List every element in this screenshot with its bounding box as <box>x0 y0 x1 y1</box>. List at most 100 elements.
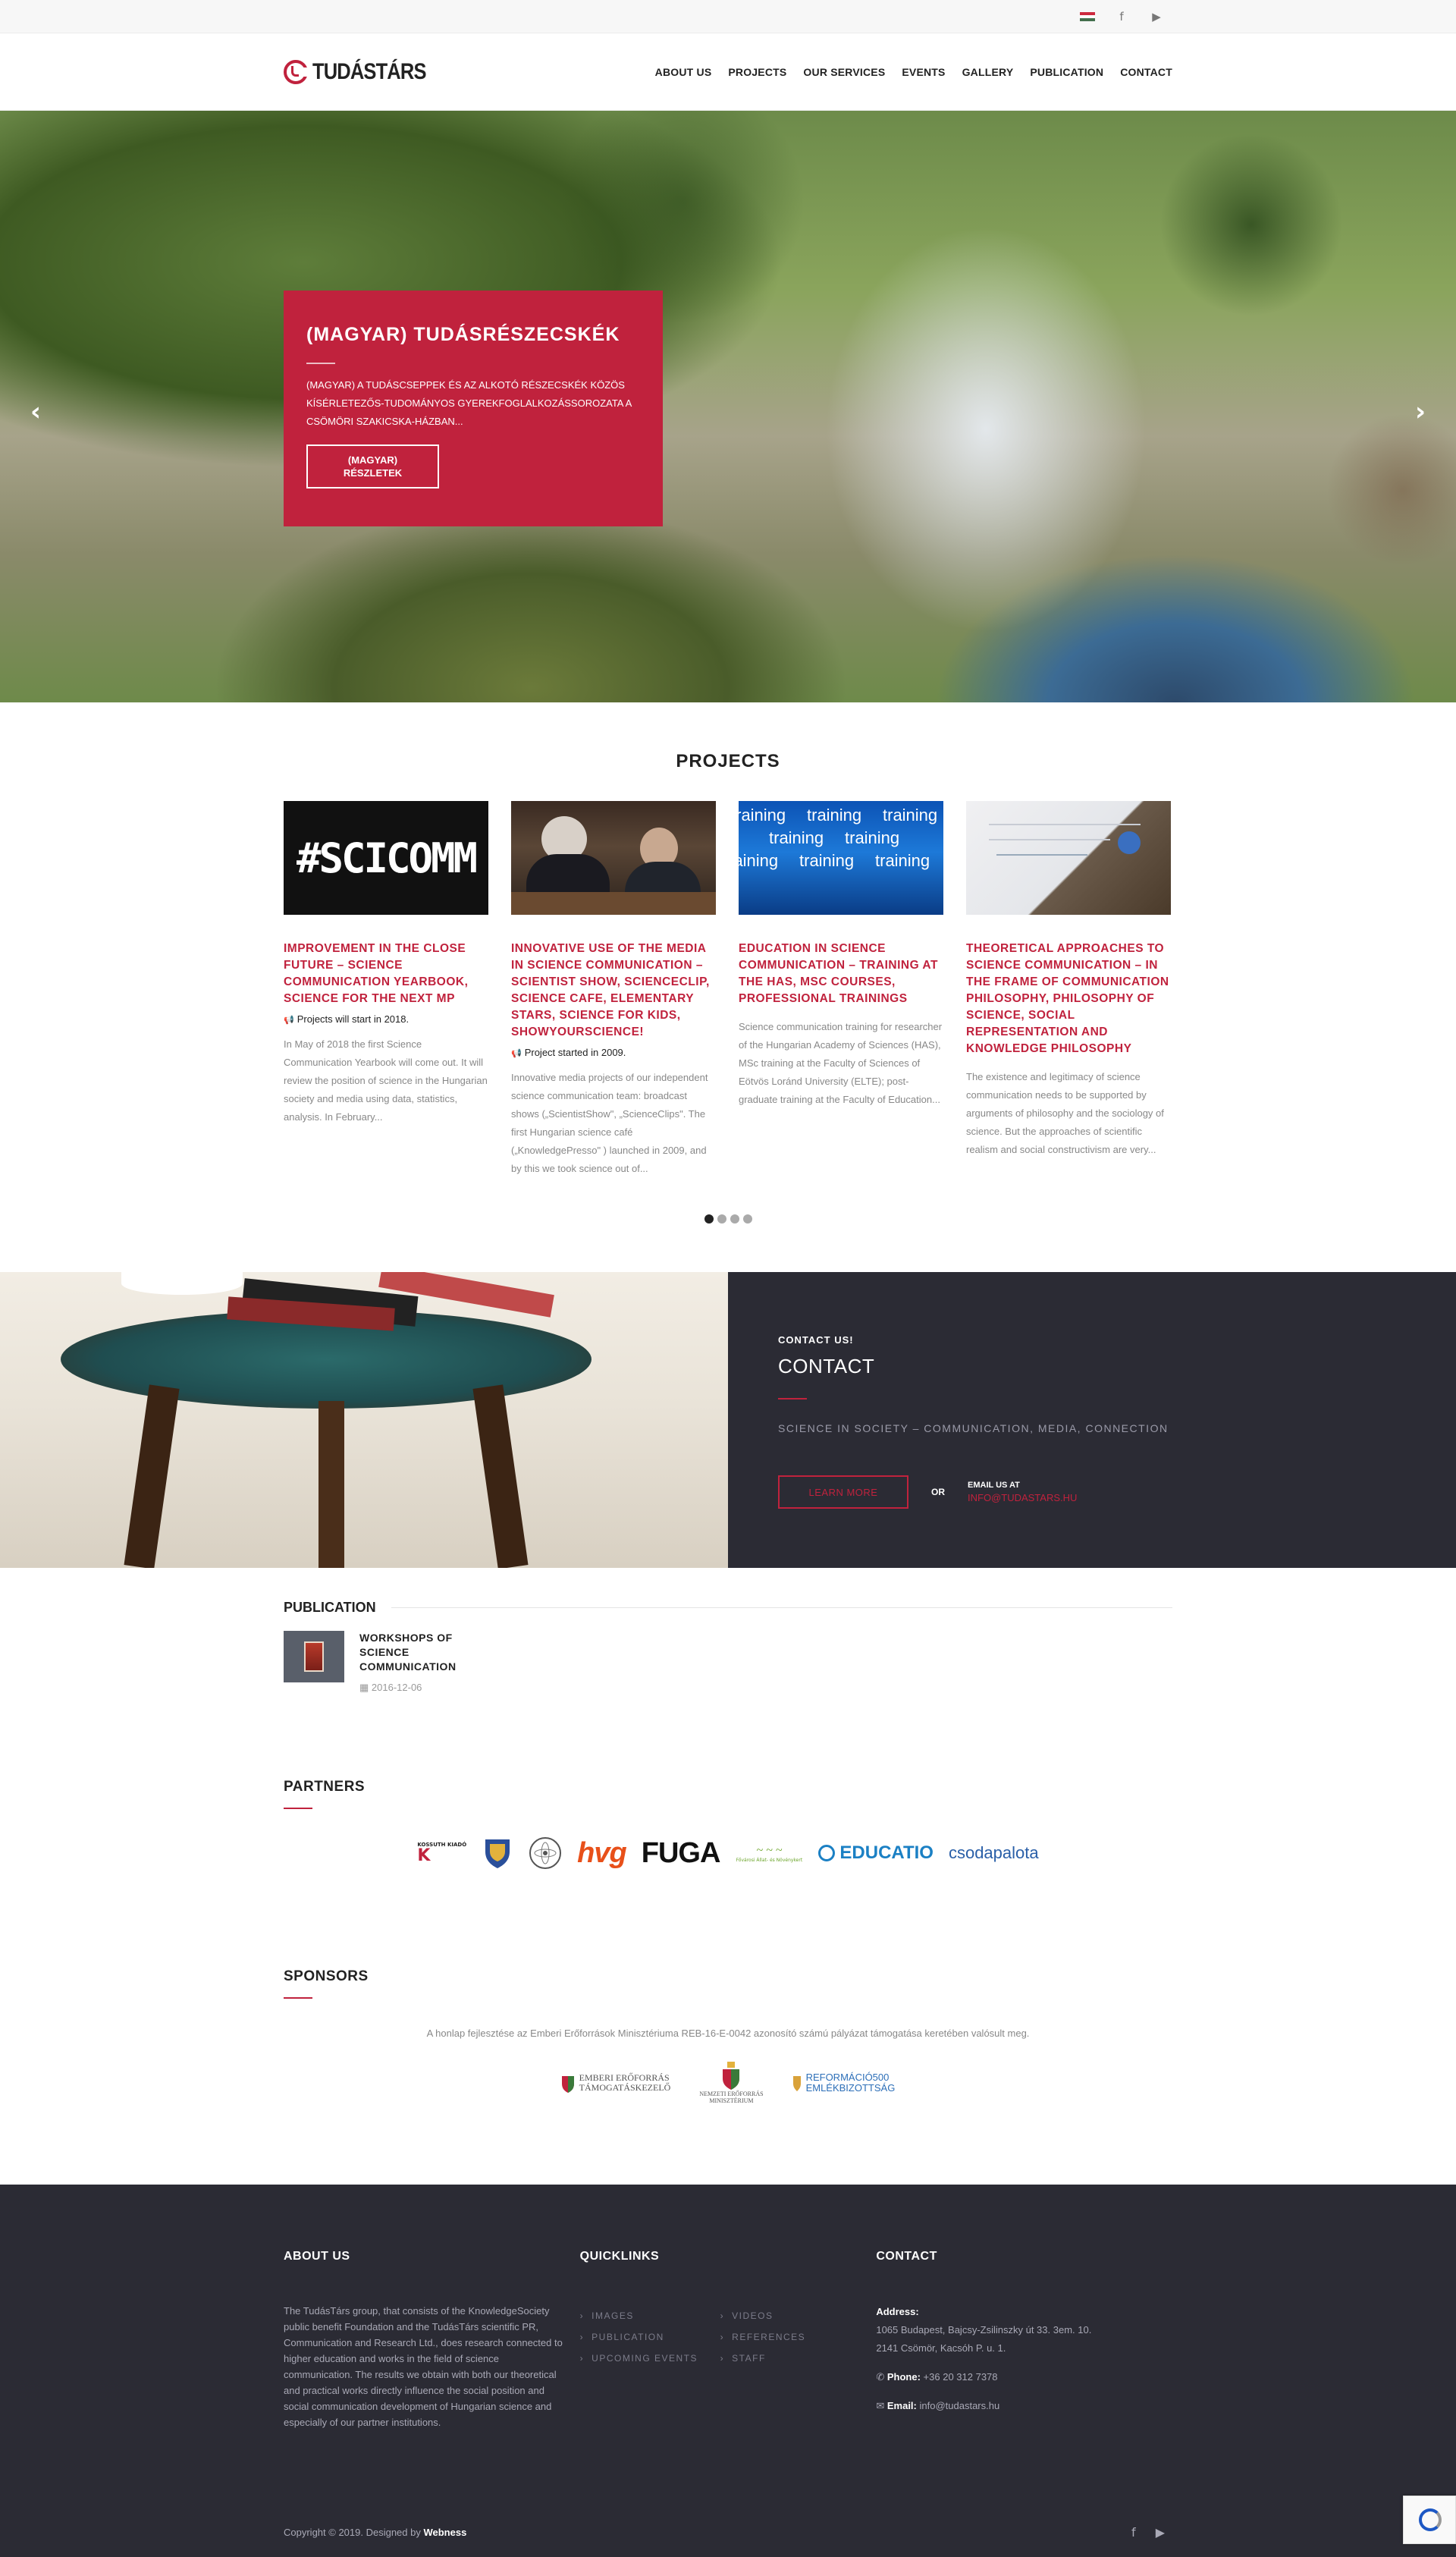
facebook-icon[interactable]: f <box>1131 2525 1136 2540</box>
hero-details-button[interactable]: (MAGYAR) RÉSZLETEK <box>306 444 439 488</box>
nav-publication[interactable]: PUBLICATION <box>1030 66 1103 78</box>
youtube-icon[interactable]: ▶ <box>1148 10 1165 24</box>
contact-band-panel: CONTACT US! CONTACT SCIENCE IN SOCIETY –… <box>728 1272 1456 1568</box>
atom-emblem-icon <box>529 1837 562 1869</box>
sponsors-logos: EMBERI ERŐFORRÁS TÁMOGATÁSKEZELŐ NEMZETI… <box>284 2062 1172 2104</box>
slider-next-icon[interactable]: › <box>1415 397 1426 427</box>
footer-contact: CONTACT Address: 1065 Budapest, Bajcsy-Z… <box>876 2250 1172 2430</box>
logo-text: TUDÁSTÁRS <box>312 59 426 84</box>
contact-band-image <box>0 1272 728 1568</box>
footer-contact-title: CONTACT <box>876 2250 937 2263</box>
project-image[interactable]: #SCICOMM <box>284 801 488 915</box>
sponsor-reformacio-text: REFORMÁCIÓ500 EMLÉKBIZOTTSÁG <box>805 2072 896 2094</box>
projects-section: PROJECTS #SCICOMM IMPROVEMENT IN THE CLO… <box>284 751 1172 1224</box>
nav-projects[interactable]: PROJECTS <box>728 66 786 78</box>
publication-divider <box>391 1607 1172 1608</box>
footer-email[interactable]: info@tudastars.hu <box>920 2400 1000 2411</box>
email-label: EMAIL US AT <box>968 1480 1020 1490</box>
project-title[interactable]: IMPROVEMENT IN THE CLOSE FUTURE – SCIENC… <box>284 941 488 1007</box>
project-card: training training training training trai… <box>739 801 943 1178</box>
slider-prev-icon[interactable]: ‹ <box>30 397 41 427</box>
project-image-text: training <box>845 828 900 847</box>
partner-logo-crest[interactable] <box>482 1836 513 1870</box>
nav-our-services[interactable]: OUR SERVICES <box>803 66 885 78</box>
contact-band: CONTACT US! CONTACT SCIENCE IN SOCIETY –… <box>0 1272 1456 1568</box>
partner-logo-educatio[interactable]: EDUCATIO <box>818 1842 934 1864</box>
footer-quicklinks: QUICKLINKS IMAGES VIDEOS PUBLICATION REF… <box>580 2250 877 2430</box>
partner-logo-kossuth[interactable]: KOSSUTH KIADÓ K <box>417 1842 466 1864</box>
publication-thumbnail[interactable] <box>284 1631 344 1682</box>
phone-number[interactable]: +36 20 312 7378 <box>924 2371 998 2383</box>
envelope-icon: ✉ <box>876 2400 887 2411</box>
carousel-dot[interactable] <box>730 1214 739 1224</box>
hungarian-crest-icon <box>723 2062 740 2090</box>
contact-band-tagline: SCIENCE IN SOCIETY – COMMUNICATION, MEDI… <box>778 1422 1169 1434</box>
publication-item: WORKSHOPS OF SCIENCE COMMUNICATION ▦ 201… <box>284 1631 1172 1694</box>
megaphone-icon: 📢 <box>284 1016 294 1025</box>
hero-text: (MAGYAR) A TUDÁSCSEPPEK ÉS AZ ALKOTÓ RÉS… <box>306 379 632 427</box>
hungarian-flag-icon[interactable] <box>1080 11 1095 22</box>
publication-item-title[interactable]: WORKSHOPS OF SCIENCE COMMUNICATION <box>359 1631 473 1674</box>
recaptcha-badge[interactable] <box>1403 2496 1456 2544</box>
sponsor-logo-eet[interactable]: EMBERI ERŐFORRÁS TÁMOGATÁSKEZELŐ <box>561 2072 671 2093</box>
project-image[interactable] <box>966 801 1171 915</box>
educatio-mark-icon <box>818 1845 836 1861</box>
nav-contact[interactable]: CONTACT <box>1120 66 1172 78</box>
project-title[interactable]: THEORETICAL APPROACHES TO SCIENCE COMMUN… <box>966 941 1171 1057</box>
quicklink-videos[interactable]: VIDEOS <box>720 2310 861 2321</box>
partner-zoo-text: Fővárosi Állat- és Növénykert <box>736 1857 803 1863</box>
quicklink-publication[interactable]: PUBLICATION <box>580 2332 720 2342</box>
partners-logos: KOSSUTH KIADÓ K hvg FUGA ~ ~ ~ Fővárosi … <box>284 1836 1172 1870</box>
partner-logo-hvg[interactable]: hvg <box>577 1837 627 1870</box>
megaphone-icon: 📢 <box>511 1049 522 1058</box>
site-footer: ABOUT US The TudásTárs group, that consi… <box>0 2185 1456 2557</box>
partner-logo-fuga[interactable]: FUGA <box>642 1837 721 1870</box>
coat-of-arms-icon <box>561 2076 574 2093</box>
partners-divider <box>284 1808 312 1809</box>
publication-date: ▦ 2016-12-06 <box>359 1682 473 1694</box>
quicklink-images[interactable]: IMAGES <box>580 2310 720 2321</box>
projects-title: PROJECTS <box>676 751 780 771</box>
phone-label: Phone: <box>886 2371 921 2383</box>
partner-logo-emblem[interactable] <box>529 1836 562 1870</box>
project-image[interactable]: training training training training trai… <box>739 801 943 915</box>
youtube-icon[interactable]: ▶ <box>1156 2525 1165 2540</box>
project-title[interactable]: INNOVATIVE USE OF THE MEDIA IN SCIENCE C… <box>511 941 716 1041</box>
footer-about-title: ABOUT US <box>284 2250 350 2263</box>
facebook-icon[interactable]: f <box>1113 10 1130 24</box>
carousel-dot[interactable] <box>717 1214 726 1224</box>
site-logo[interactable]: TUDÁSTÁRS <box>284 59 446 85</box>
partner-logo-zoo[interactable]: ~ ~ ~ Fővárosi Állat- és Növénykert <box>735 1844 803 1863</box>
project-image[interactable] <box>511 801 716 915</box>
learn-more-button[interactable]: LEARN MORE <box>778 1475 908 1509</box>
quicklink-staff[interactable]: STAFF <box>720 2353 861 2364</box>
project-image-text: training <box>875 851 930 870</box>
project-meta: 📢 Project started in 2009. <box>511 1047 716 1058</box>
nav-about-us[interactable]: ABOUT US <box>655 66 712 78</box>
quicklink-references[interactable]: REFERENCES <box>720 2332 861 2342</box>
nav-gallery[interactable]: GALLERY <box>962 66 1014 78</box>
quicklink-upcoming-events[interactable]: UPCOMING EVENTS <box>580 2353 720 2364</box>
footer-about: ABOUT US The TudásTárs group, that consi… <box>284 2250 580 2430</box>
contact-email-link[interactable]: INFO@TUDASTARS.HU <box>968 1492 1077 1503</box>
book-icon <box>304 1641 324 1672</box>
carousel-dot[interactable] <box>704 1214 714 1224</box>
email-label: Email: <box>886 2400 917 2411</box>
project-description: The existence and legitimacy of science … <box>966 1071 1164 1155</box>
project-meta: 📢 Projects will start in 2018. <box>284 1013 488 1025</box>
sponsor-logo-ministry[interactable]: NEMZETI ERŐFORRÁS MINISZTÉRIUM <box>699 2062 764 2104</box>
project-image-text: training <box>883 806 938 825</box>
sponsors-divider <box>284 1997 312 1999</box>
designer-link[interactable]: Webness <box>423 2527 466 2538</box>
project-card: THEORETICAL APPROACHES TO SCIENCE COMMUN… <box>966 801 1171 1178</box>
nav-events[interactable]: EVENTS <box>902 66 945 78</box>
partner-logo-csodapalota[interactable]: csodapalota <box>949 1843 1039 1863</box>
hero-background-image <box>0 111 1456 702</box>
copyright-text: Copyright © 2019. Designed by <box>284 2527 424 2538</box>
carousel-dot[interactable] <box>742 1214 752 1224</box>
project-title[interactable]: EDUCATION IN SCIENCE COMMUNICATION – TRA… <box>739 941 943 1007</box>
sponsor-logo-reformacio[interactable]: REFORMÁCIÓ500 EMLÉKBIZOTTSÁG <box>792 2072 896 2094</box>
sponsor-eet-text: EMBERI ERŐFORRÁS TÁMOGATÁSKEZELŐ <box>579 2072 671 2093</box>
contact-band-or: OR <box>931 1487 945 1497</box>
kossuth-mark-icon: K <box>417 1846 431 1865</box>
